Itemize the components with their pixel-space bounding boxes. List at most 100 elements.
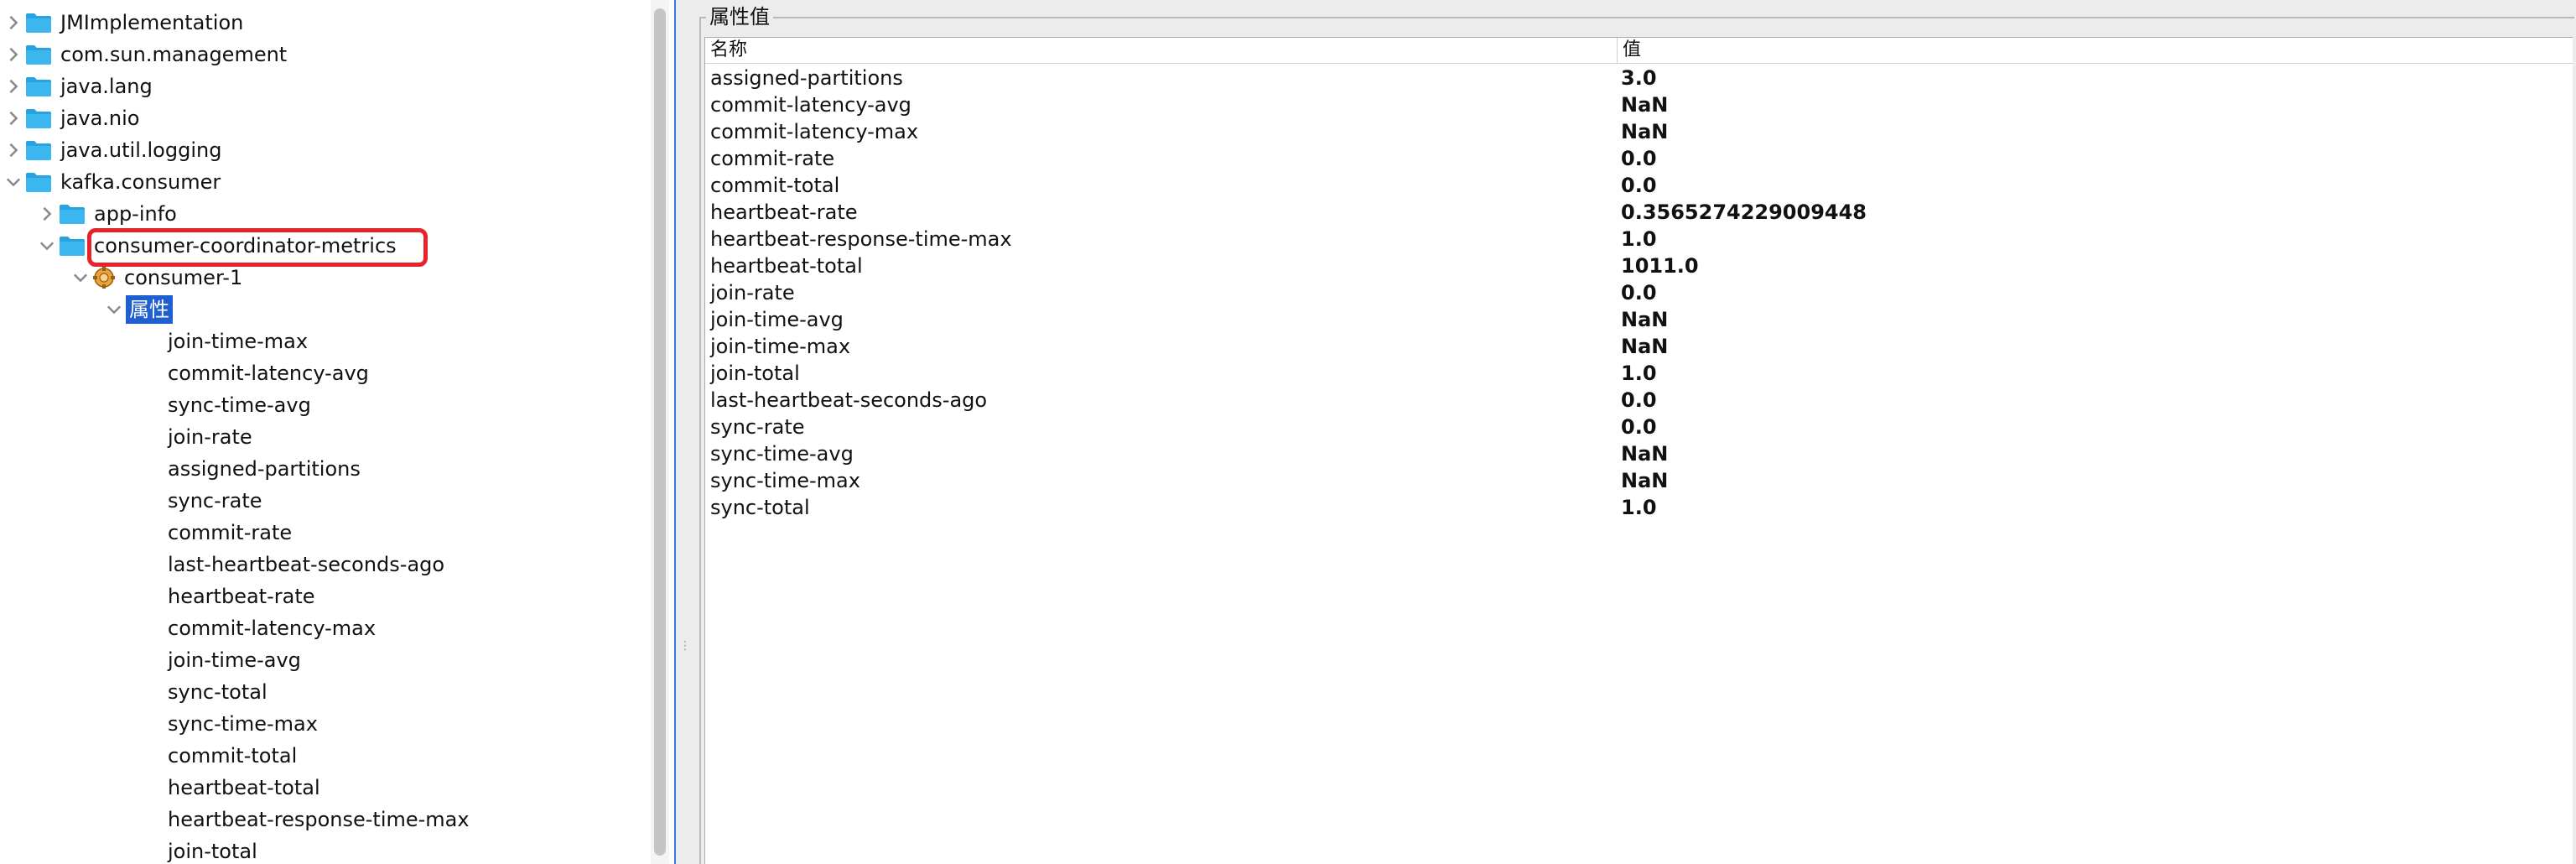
mbean-tree-panel[interactable]: JMImplementation com.sun.management java…	[0, 0, 676, 864]
tree-node-label: java.nio	[60, 107, 140, 130]
tree-leaf-attribute[interactable]: last-heartbeat-seconds-ago	[168, 549, 444, 580]
chevron-right-icon[interactable]	[2, 102, 25, 134]
cell-value: 0.0	[1621, 281, 1657, 304]
cell-name: join-rate	[710, 281, 795, 304]
tree-leaf-attribute[interactable]: join-time-max	[168, 325, 308, 357]
folder-icon	[26, 109, 51, 128]
cell-value: NaN	[1621, 308, 1669, 331]
tree-node-java-lang[interactable]: java.lang	[2, 70, 153, 102]
tree-node-consumer-1[interactable]: consumer-1	[69, 262, 242, 294]
tree-leaf-attribute[interactable]: join-rate	[168, 421, 252, 453]
chevron-down-icon[interactable]	[2, 166, 25, 198]
cell-value: 1011.0	[1621, 254, 1699, 278]
table-row[interactable]: heartbeat-total 1011.0	[705, 252, 2573, 279]
table-row[interactable]: join-time-avg NaN	[705, 306, 2573, 333]
folder-icon	[26, 13, 51, 33]
chevron-right-icon[interactable]	[2, 39, 25, 70]
cell-name: sync-time-avg	[710, 442, 854, 466]
chevron-right-icon[interactable]	[2, 7, 25, 39]
tree-leaf-attribute[interactable]: commit-rate	[168, 517, 292, 549]
cell-name: last-heartbeat-seconds-ago	[710, 388, 988, 412]
tree-node-attributes[interactable]: 属性	[102, 294, 173, 325]
attribute-value-panel: 属性值 名称 值 assigned-partitions 3.0 commit-l…	[694, 0, 2576, 864]
cell-value: 0.0	[1621, 388, 1657, 412]
chevron-down-icon[interactable]	[35, 230, 59, 262]
cell-value: NaN	[1621, 442, 1669, 466]
tree-node-java-nio[interactable]: java.nio	[2, 102, 139, 134]
tree-scroll-thumb[interactable]	[654, 8, 666, 856]
chevron-down-icon[interactable]	[69, 262, 92, 294]
cell-value: 1.0	[1621, 496, 1657, 519]
cell-name: commit-total	[710, 174, 840, 197]
tree-node-label-selected: 属性	[126, 295, 173, 324]
tree-leaf-attribute[interactable]: commit-total	[168, 740, 297, 772]
tree-node-label: kafka.consumer	[60, 170, 221, 194]
cell-name: sync-rate	[710, 415, 805, 439]
table-header: 名称 值	[705, 38, 2573, 64]
folder-icon	[60, 205, 85, 224]
cell-value: 1.0	[1621, 227, 1657, 251]
folder-icon	[26, 141, 51, 160]
tree-leaf-attribute[interactable]: sync-rate	[168, 485, 262, 517]
table-row[interactable]: join-total 1.0	[705, 360, 2573, 387]
tree-leaf-attribute[interactable]: sync-time-max	[168, 708, 318, 740]
tree-leaf-attribute[interactable]: join-total	[168, 835, 257, 864]
tree-leaf-attribute[interactable]: commit-latency-avg	[168, 357, 369, 389]
tree-node-app-info[interactable]: app-info	[35, 198, 177, 230]
mbean-icon	[93, 267, 115, 289]
tree-leaf-attribute[interactable]: commit-latency-max	[168, 612, 376, 644]
tree-leaf-attribute[interactable]: heartbeat-response-time-max	[168, 804, 470, 835]
tree-node-java-util-logging[interactable]: java.util.logging	[2, 134, 221, 166]
tree-node-kafka-consumer[interactable]: kafka.consumer	[2, 166, 221, 198]
tree-node-label: com.sun.management	[60, 43, 288, 66]
tree-leaf-attribute[interactable]: sync-time-avg	[168, 389, 311, 421]
tree-leaf-attribute[interactable]: assigned-partitions	[168, 453, 361, 485]
tree-node-jmimplementation[interactable]: JMImplementation	[2, 7, 243, 39]
attribute-table[interactable]: 名称 值 assigned-partitions 3.0 commit-laten…	[704, 37, 2573, 864]
table-row[interactable]: commit-total 0.0	[705, 172, 2573, 199]
table-row[interactable]: join-rate 0.0	[705, 279, 2573, 306]
splitter-grip-icon[interactable]: ⋮	[679, 639, 691, 659]
tree-leaf-attribute[interactable]: sync-total	[168, 676, 267, 708]
cell-value: 0.3565274229009448	[1621, 200, 1867, 224]
table-row[interactable]: sync-time-avg NaN	[705, 440, 2573, 467]
tree-leaf-attribute[interactable]: join-time-avg	[168, 644, 301, 676]
tree-node-label: consumer-1	[124, 266, 243, 289]
cell-name: commit-rate	[710, 147, 835, 170]
folder-open-icon	[60, 237, 85, 256]
chevron-right-icon[interactable]	[35, 198, 59, 230]
table-row[interactable]: last-heartbeat-seconds-ago 0.0	[705, 387, 2573, 414]
folder-icon	[26, 77, 51, 96]
chevron-right-icon[interactable]	[2, 134, 25, 166]
table-row[interactable]: sync-rate 0.0	[705, 414, 2573, 440]
tree-node-com-sun-management[interactable]: com.sun.management	[2, 39, 287, 70]
cell-value: NaN	[1621, 469, 1669, 492]
cell-value: 1.0	[1621, 362, 1657, 385]
split-pane-divider[interactable]: ⋮	[676, 0, 694, 864]
table-row[interactable]: sync-total 1.0	[705, 494, 2573, 521]
table-row[interactable]: heartbeat-response-time-max 1.0	[705, 226, 2573, 252]
cell-name: join-total	[710, 362, 800, 385]
table-row[interactable]: join-time-max NaN	[705, 333, 2573, 360]
table-row[interactable]: commit-latency-avg NaN	[705, 91, 2573, 118]
chevron-down-icon[interactable]	[102, 294, 126, 325]
table-row[interactable]: assigned-partitions 3.0	[705, 65, 2573, 91]
table-row[interactable]: commit-latency-max NaN	[705, 118, 2573, 145]
tree-node-label: JMImplementation	[60, 11, 244, 34]
cell-name: sync-total	[710, 496, 810, 519]
tree-node-label: app-info	[94, 202, 177, 226]
tree-leaf-attribute[interactable]: heartbeat-total	[168, 772, 320, 804]
cell-name: join-time-max	[710, 335, 851, 358]
table-row[interactable]: sync-time-max NaN	[705, 467, 2573, 494]
column-header-value[interactable]: 值	[1618, 38, 2573, 63]
table-row[interactable]: commit-rate 0.0	[705, 145, 2573, 172]
cell-value: 0.0	[1621, 174, 1657, 197]
chevron-right-icon[interactable]	[2, 70, 25, 102]
tree-leaf-attribute[interactable]: heartbeat-rate	[168, 580, 315, 612]
table-row[interactable]: heartbeat-rate 0.3565274229009448	[705, 199, 2573, 226]
cell-name: heartbeat-response-time-max	[710, 227, 1012, 251]
column-header-name[interactable]: 名称	[705, 38, 1618, 63]
cell-value: 3.0	[1621, 66, 1657, 90]
tree-scrollbar[interactable]	[651, 0, 669, 864]
cell-value: 0.0	[1621, 415, 1657, 439]
